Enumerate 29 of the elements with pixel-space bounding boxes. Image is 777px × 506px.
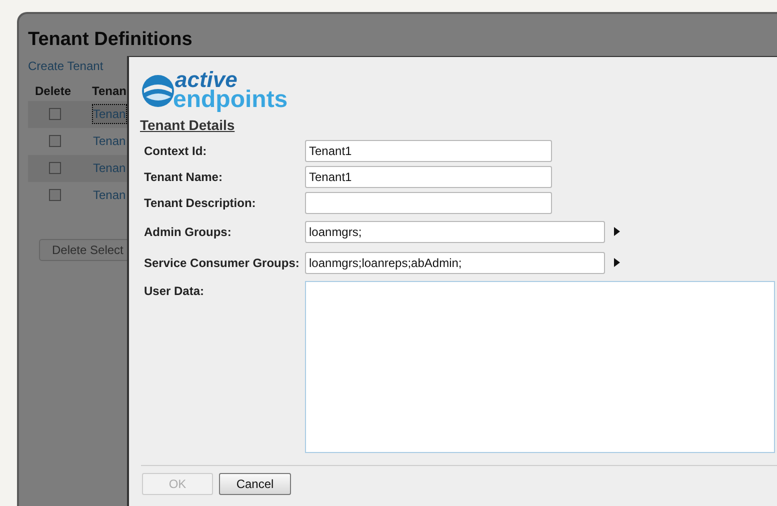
field-label: Service Consumer Groups: — [143, 254, 300, 272]
text-field[interactable]: loanmgrs;loanreps;abAdmin; — [305, 252, 605, 274]
tenant-link[interactable]: Tenan — [92, 104, 127, 124]
delete-checkbox[interactable] — [49, 108, 61, 120]
field-label: Context Id: — [143, 143, 208, 160]
text-field[interactable]: loanmgrs; — [305, 220, 605, 242]
text-field[interactable]: Tenant1 — [305, 166, 552, 188]
column-header: Delete — [34, 82, 72, 100]
expand-arrow-icon[interactable] — [614, 227, 620, 236]
cancel-button[interactable]: Cancel — [219, 473, 291, 495]
page-title: Tenant Definitions — [28, 28, 194, 52]
logo-swirl-icon — [141, 74, 175, 108]
logo-text: active — [175, 69, 238, 91]
column-header: Tenan — [92, 82, 126, 100]
logo-text: endpoints — [173, 88, 288, 112]
field-label: Admin Groups: — [143, 224, 232, 240]
delete-checkbox[interactable] — [49, 189, 61, 201]
field-label: Tenant Name: — [143, 169, 224, 186]
tenant-link[interactable]: Tenan — [92, 185, 127, 205]
user-data-field[interactable] — [305, 281, 775, 453]
text-field[interactable] — [305, 192, 552, 214]
section-heading: Tenant Details — [140, 116, 236, 135]
field-label: User Data: — [143, 283, 206, 300]
delete-checkbox[interactable] — [49, 162, 61, 174]
expand-arrow-icon[interactable] — [614, 258, 620, 267]
field-label: Tenant Description: — [143, 195, 257, 212]
text-field[interactable]: Tenant1 — [305, 140, 552, 162]
delete-checkbox[interactable] — [49, 135, 61, 147]
tenant-link[interactable]: Tenan — [92, 131, 127, 151]
